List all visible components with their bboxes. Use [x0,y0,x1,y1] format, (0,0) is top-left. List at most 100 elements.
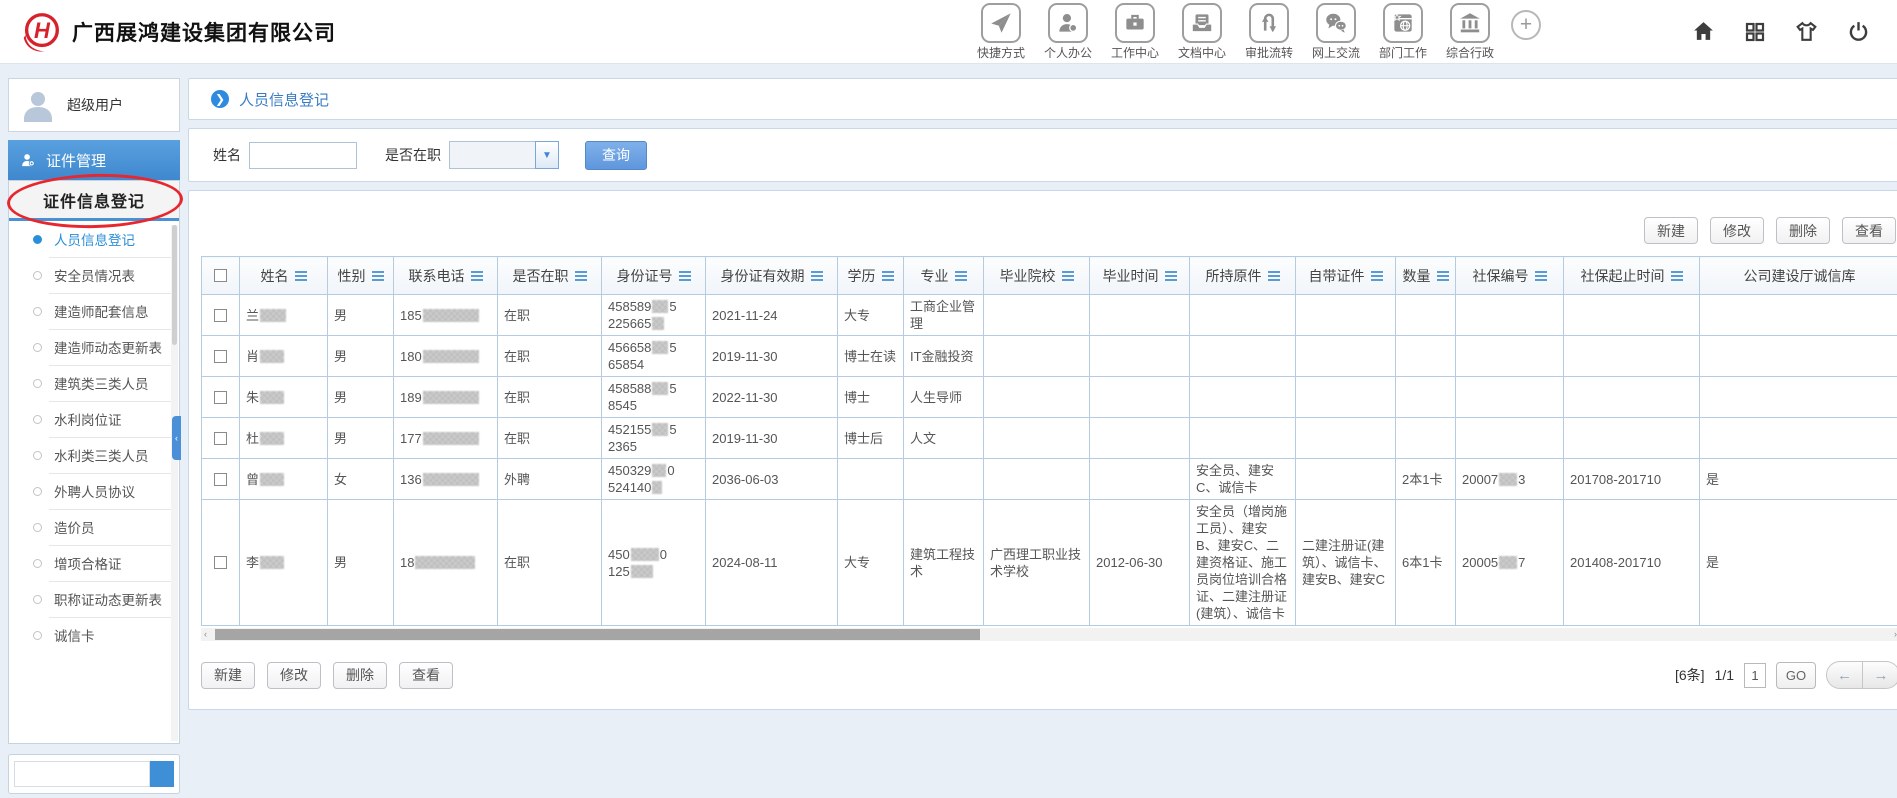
column-menu-icon[interactable] [1062,271,1074,281]
table-cell [1564,377,1700,418]
scroll-left-icon[interactable]: ‹ [204,628,207,641]
row-checkbox[interactable] [214,556,227,569]
column-header-10[interactable]: 毕业时间 [1090,257,1190,295]
top-nav-item-6[interactable]: 网上交流 [1307,3,1365,61]
column-header-12[interactable]: 自带证件 [1296,257,1396,295]
name-input[interactable] [249,142,357,169]
row-checkbox[interactable] [214,391,227,404]
column-menu-icon[interactable] [575,271,587,281]
row-checkbox[interactable] [214,432,227,445]
power-icon[interactable] [1846,19,1871,44]
sidebar-item-2[interactable]: 安全员情况表 [9,257,179,293]
next-page-button[interactable]: → [1863,661,1897,689]
column-menu-icon[interactable] [1165,271,1177,281]
sidebar-item-12[interactable]: 诚信卡 [9,617,179,653]
column-header-7[interactable]: 学历 [838,257,904,295]
employment-select-arrow-icon[interactable]: ▼ [535,141,559,169]
top-nav-item-1[interactable]: 快捷方式 [972,3,1030,61]
top-nav-item-8[interactable]: 综合行政 [1441,3,1499,61]
top-nav-item-3[interactable]: 工作中心 [1106,3,1164,61]
sidebar-item-4[interactable]: 建造师动态更新表 [9,329,179,365]
top-nav-item-4[interactable]: 文档中心 [1173,3,1231,61]
sidebar-item-9[interactable]: 造价员 [9,509,179,545]
sidebar-quick-button[interactable] [150,761,174,787]
theme-shirt-icon[interactable] [1794,19,1819,44]
column-menu-icon[interactable] [679,271,691,281]
redacted-text [260,432,284,445]
sidebar-collapse-handle[interactable]: ‹ [172,416,181,460]
column-menu-icon[interactable] [1535,271,1547,281]
column-header-13[interactable]: 数量 [1396,257,1456,295]
employment-select[interactable] [449,141,535,169]
view-button-bottom[interactable]: 查看 [399,662,453,689]
scrollbar-thumb[interactable] [215,629,980,640]
row-checkbox[interactable] [214,350,227,363]
column-menu-icon[interactable] [295,271,307,281]
top-navigation: 快捷方式 个人办公 工作中心 文档中心 审批流转 网上交流 部门工作 综合行政 [972,3,1499,61]
table-cell: 男 [328,377,394,418]
column-header-6[interactable]: 身份证有效期 [706,257,838,295]
column-header-4[interactable]: 是否在职 [498,257,602,295]
column-menu-icon[interactable] [1371,271,1383,281]
sidebar-item-5[interactable]: 建筑类三类人员 [9,365,179,401]
bullet-icon [33,343,42,352]
column-menu-icon[interactable] [1268,271,1280,281]
column-header-3[interactable]: 联系电话 [394,257,498,295]
edit-button-bottom[interactable]: 修改 [267,662,321,689]
column-header-16[interactable]: 公司建设厅诚信库 [1700,257,1897,295]
column-header-15[interactable]: 社保起止时间 [1564,257,1700,295]
sidebar-item-8[interactable]: 外聘人员协议 [9,473,179,509]
sidebar-item-6[interactable]: 水利岗位证 [9,401,179,437]
column-menu-icon[interactable] [471,271,483,281]
go-button[interactable]: GO [1776,662,1816,689]
column-header-11[interactable]: 所持原件 [1190,257,1296,295]
column-menu-icon[interactable] [955,271,967,281]
edit-button[interactable]: 修改 [1710,217,1764,244]
new-button-bottom[interactable]: 新建 [201,662,255,689]
sidebar-scrollbar[interactable] [171,225,178,741]
new-button[interactable]: 新建 [1644,217,1698,244]
row-checkbox[interactable] [214,473,227,486]
delete-button-bottom[interactable]: 删除 [333,662,387,689]
column-menu-icon[interactable] [1437,271,1449,281]
column-menu-icon[interactable] [811,271,823,281]
apps-grid-icon[interactable] [1743,20,1767,44]
top-nav-item-2[interactable]: 个人办公 [1039,3,1097,61]
prev-page-button[interactable]: ← [1826,661,1863,689]
query-button[interactable]: 查询 [585,141,647,170]
column-header-8[interactable]: 专业 [904,257,984,295]
select-all-checkbox[interactable] [214,269,227,282]
sidebar-item-1[interactable]: 人员信息登记 [9,221,179,257]
view-button[interactable]: 查看 [1842,217,1896,244]
sidebar-item-3[interactable]: 建造师配套信息 [9,293,179,329]
table-cell: 177 [394,418,498,459]
sidebar-section-header[interactable]: 证件信息登记 [9,181,179,221]
sidebar-item-7[interactable]: 水利类三类人员 [9,437,179,473]
add-module-button[interactable]: + [1511,10,1541,40]
column-header-5[interactable]: 身份证号 [602,257,706,295]
pagination: [6条] 1/1 GO ← → [1675,661,1897,689]
horizontal-scrollbar[interactable]: ‹ › [201,628,1897,641]
delete-button[interactable]: 删除 [1776,217,1830,244]
column-menu-icon[interactable] [372,271,384,281]
column-header-14[interactable]: 社保编号 [1456,257,1564,295]
user-name: 超级用户 [67,95,123,115]
page-number-input[interactable] [1744,663,1766,688]
top-nav-label: 个人办公 [1044,44,1092,61]
column-header-9[interactable]: 毕业院校 [984,257,1090,295]
sidebar-item-label: 增项合格证 [54,553,122,573]
top-nav-item-7[interactable]: 部门工作 [1374,3,1432,61]
column-header-1[interactable]: 姓名 [240,257,328,295]
column-header-2[interactable]: 性别 [328,257,394,295]
sidebar-item-label: 职称证动态更新表 [54,589,162,609]
top-nav-item-5[interactable]: 审批流转 [1240,3,1298,61]
column-menu-icon[interactable] [1671,271,1683,281]
sidebar-item-11[interactable]: 职称证动态更新表 [9,581,179,617]
home-icon[interactable] [1691,19,1716,44]
sidebar-group-certificate-management[interactable]: 证件管理 [8,140,180,180]
column-menu-icon[interactable] [882,271,894,281]
column-label: 社保编号 [1473,266,1529,286]
row-checkbox[interactable] [214,309,227,322]
sidebar-quick-input[interactable] [14,761,150,787]
sidebar-item-10[interactable]: 增项合格证 [9,545,179,581]
